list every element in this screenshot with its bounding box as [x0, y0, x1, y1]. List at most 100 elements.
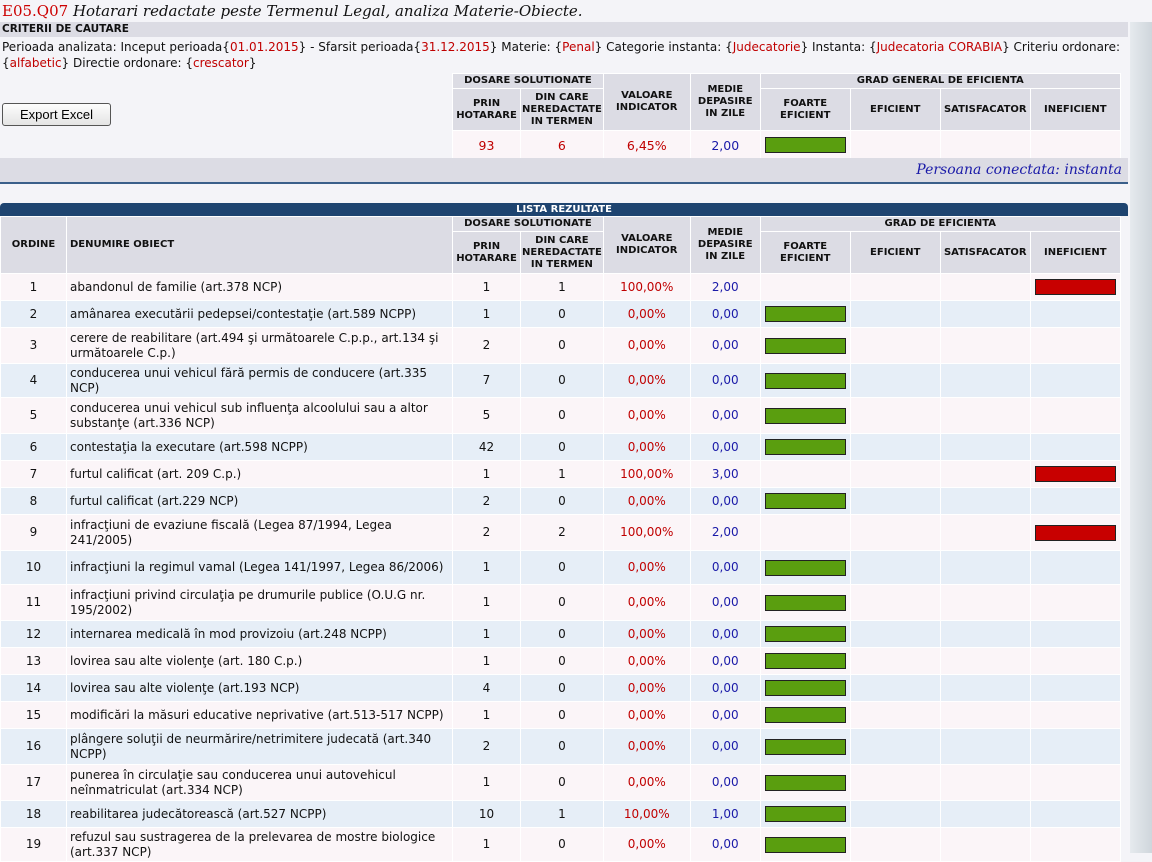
row-denumire: infracţiuni la regimul vamal (Legea 141/…: [66, 550, 453, 585]
table-row: 8 furtul calificat (art.229 NCP) 2 0 0,00% 0,…: [0, 487, 1121, 515]
row-grade-foarte: [759, 620, 851, 648]
criteria-criteriu: alfabetic: [9, 56, 62, 70]
list-title: LISTA REZULTATE: [0, 203, 1128, 216]
row-grade-foarte: [759, 800, 851, 828]
efficiency-bar: [764, 439, 846, 455]
row-medie: 2,00: [689, 514, 761, 551]
row-medie: 3,00: [689, 460, 761, 488]
col-din: DIN CARE NEREDACTATE IN TERMEN: [520, 231, 604, 274]
summary-medie: 2,00: [689, 130, 761, 160]
row-grade-foarte: [759, 273, 851, 301]
row-denumire: cerere de reabilitare (art.494 şi următo…: [66, 327, 453, 364]
row-medie: 0,00: [689, 647, 761, 675]
row-denumire: conducerea unui vehicul fără permis de c…: [66, 363, 453, 398]
row-prin: 1: [452, 273, 521, 301]
row-ordine: 2: [0, 300, 67, 328]
connected-user: Persoana conectata: instanta: [916, 162, 1122, 178]
col-din: DIN CARE NEREDACTATE IN TERMEN: [520, 88, 604, 131]
col-medie: MEDIE DEPASIRE IN ZILE: [689, 216, 761, 274]
row-grade-eficient: [849, 363, 941, 398]
row-medie: 0,00: [689, 487, 761, 515]
row-medie: 0,00: [689, 433, 761, 461]
criteria-start: 01.01.2015: [229, 40, 299, 54]
row-prin: 1: [452, 701, 521, 729]
row-grade-satisf: [939, 620, 1031, 648]
table-row: 4 conducerea unui vehicul fără permis de …: [0, 363, 1121, 398]
row-prin: 1: [452, 827, 521, 862]
row-ordine: 9: [0, 514, 67, 551]
row-grade-eficient: [849, 800, 941, 828]
table-row: 2 amânarea executării pedepsei/contestaţi…: [0, 300, 1121, 328]
row-grade-foarte: [759, 647, 851, 675]
criteria-heading: CRITERII DE CAUTARE: [0, 22, 1128, 37]
row-denumire: furtul calificat (art. 209 C.p.): [66, 460, 453, 488]
row-prin: 1: [452, 460, 521, 488]
col-prin: PRIN HOTARARE: [452, 231, 521, 274]
row-din: 0: [520, 397, 604, 434]
row-prin: 1: [452, 620, 521, 648]
export-excel-button[interactable]: Export Excel: [2, 103, 111, 126]
efficiency-bar: [764, 407, 846, 424]
efficiency-bar: [764, 707, 846, 723]
row-denumire: infracţiuni privind circulaţia pe drumur…: [66, 584, 453, 621]
row-grade-inef: [1029, 728, 1121, 765]
row-ordine: 16: [0, 728, 67, 765]
row-valoare: 0,00%: [602, 620, 691, 648]
criteria-categorie: Judecatorie: [732, 40, 801, 54]
table-row: 17 punerea în circulaţie sau conducerea u…: [0, 764, 1121, 801]
row-prin: 2: [452, 327, 521, 364]
summary-table: DOSARE SOLUTIONATE VALOARE INDICATOR MED…: [452, 73, 1121, 160]
row-grade-inef: [1029, 397, 1121, 434]
row-ordine: 14: [0, 674, 67, 702]
col-medie: MEDIE DEPASIRE IN ZILE: [689, 73, 761, 131]
summary-grade-foarte: [759, 130, 851, 160]
results-table: ORDINE DENUMIRE OBIECT DOSARE SOLUTIONAT…: [0, 216, 1121, 862]
summary-grade-satisf: [939, 130, 1031, 160]
criteria-label: } Materie: {: [489, 40, 563, 54]
criteria-text: Perioada analizata: Inceput perioada{01.…: [2, 39, 1130, 71]
row-ordine: 17: [0, 764, 67, 801]
row-medie: 0,00: [689, 584, 761, 621]
row-grade-inef: [1029, 300, 1121, 328]
table-row: 13 lovirea sau alte violenţe (art. 180 C.…: [0, 647, 1121, 675]
row-valoare: 0,00%: [602, 827, 691, 862]
row-grade-satisf: [939, 514, 1031, 551]
row-ordine: 3: [0, 327, 67, 364]
col-grad-general: GRAD GENERAL DE EFICIENTA: [759, 73, 1121, 89]
row-grade-inef: [1029, 764, 1121, 801]
row-medie: 0,00: [689, 363, 761, 398]
row-valoare: 100,00%: [602, 273, 691, 301]
row-grade-satisf: [939, 273, 1031, 301]
col-dosare: DOSARE SOLUTIONATE: [452, 216, 604, 232]
row-denumire: modificări la măsuri educative neprivati…: [66, 701, 453, 729]
vertical-scrollbar[interactable]: [1130, 22, 1152, 853]
row-grade-inef: [1029, 550, 1121, 585]
row-grade-eficient: [849, 584, 941, 621]
efficiency-bar: [764, 594, 846, 611]
row-medie: 0,00: [689, 674, 761, 702]
col-inef: INEFICIENT: [1029, 231, 1121, 274]
row-ordine: 8: [0, 487, 67, 515]
row-medie: 0,00: [689, 550, 761, 585]
row-grade-foarte: [759, 584, 851, 621]
col-eficient: EFICIENT: [849, 231, 941, 274]
row-medie: 0,00: [689, 327, 761, 364]
row-grade-satisf: [939, 764, 1031, 801]
row-grade-satisf: [939, 800, 1031, 828]
row-ordine: 1: [0, 273, 67, 301]
row-denumire: furtul calificat (art.229 NCP): [66, 487, 453, 515]
col-satisf: SATISFACATOR: [939, 231, 1031, 274]
row-prin: 2: [452, 487, 521, 515]
row-valoare: 0,00%: [602, 728, 691, 765]
row-grade-eficient: [849, 300, 941, 328]
row-din: 0: [520, 584, 604, 621]
row-ordine: 13: [0, 647, 67, 675]
row-din: 1: [520, 460, 604, 488]
row-prin: 1: [452, 764, 521, 801]
row-ordine: 7: [0, 460, 67, 488]
col-grad: GRAD DE EFICIENTA: [759, 216, 1121, 232]
row-medie: 0,00: [689, 827, 761, 862]
criteria-directie: crescator: [192, 56, 249, 70]
efficiency-bar: [764, 653, 846, 669]
row-grade-inef: [1029, 273, 1121, 301]
